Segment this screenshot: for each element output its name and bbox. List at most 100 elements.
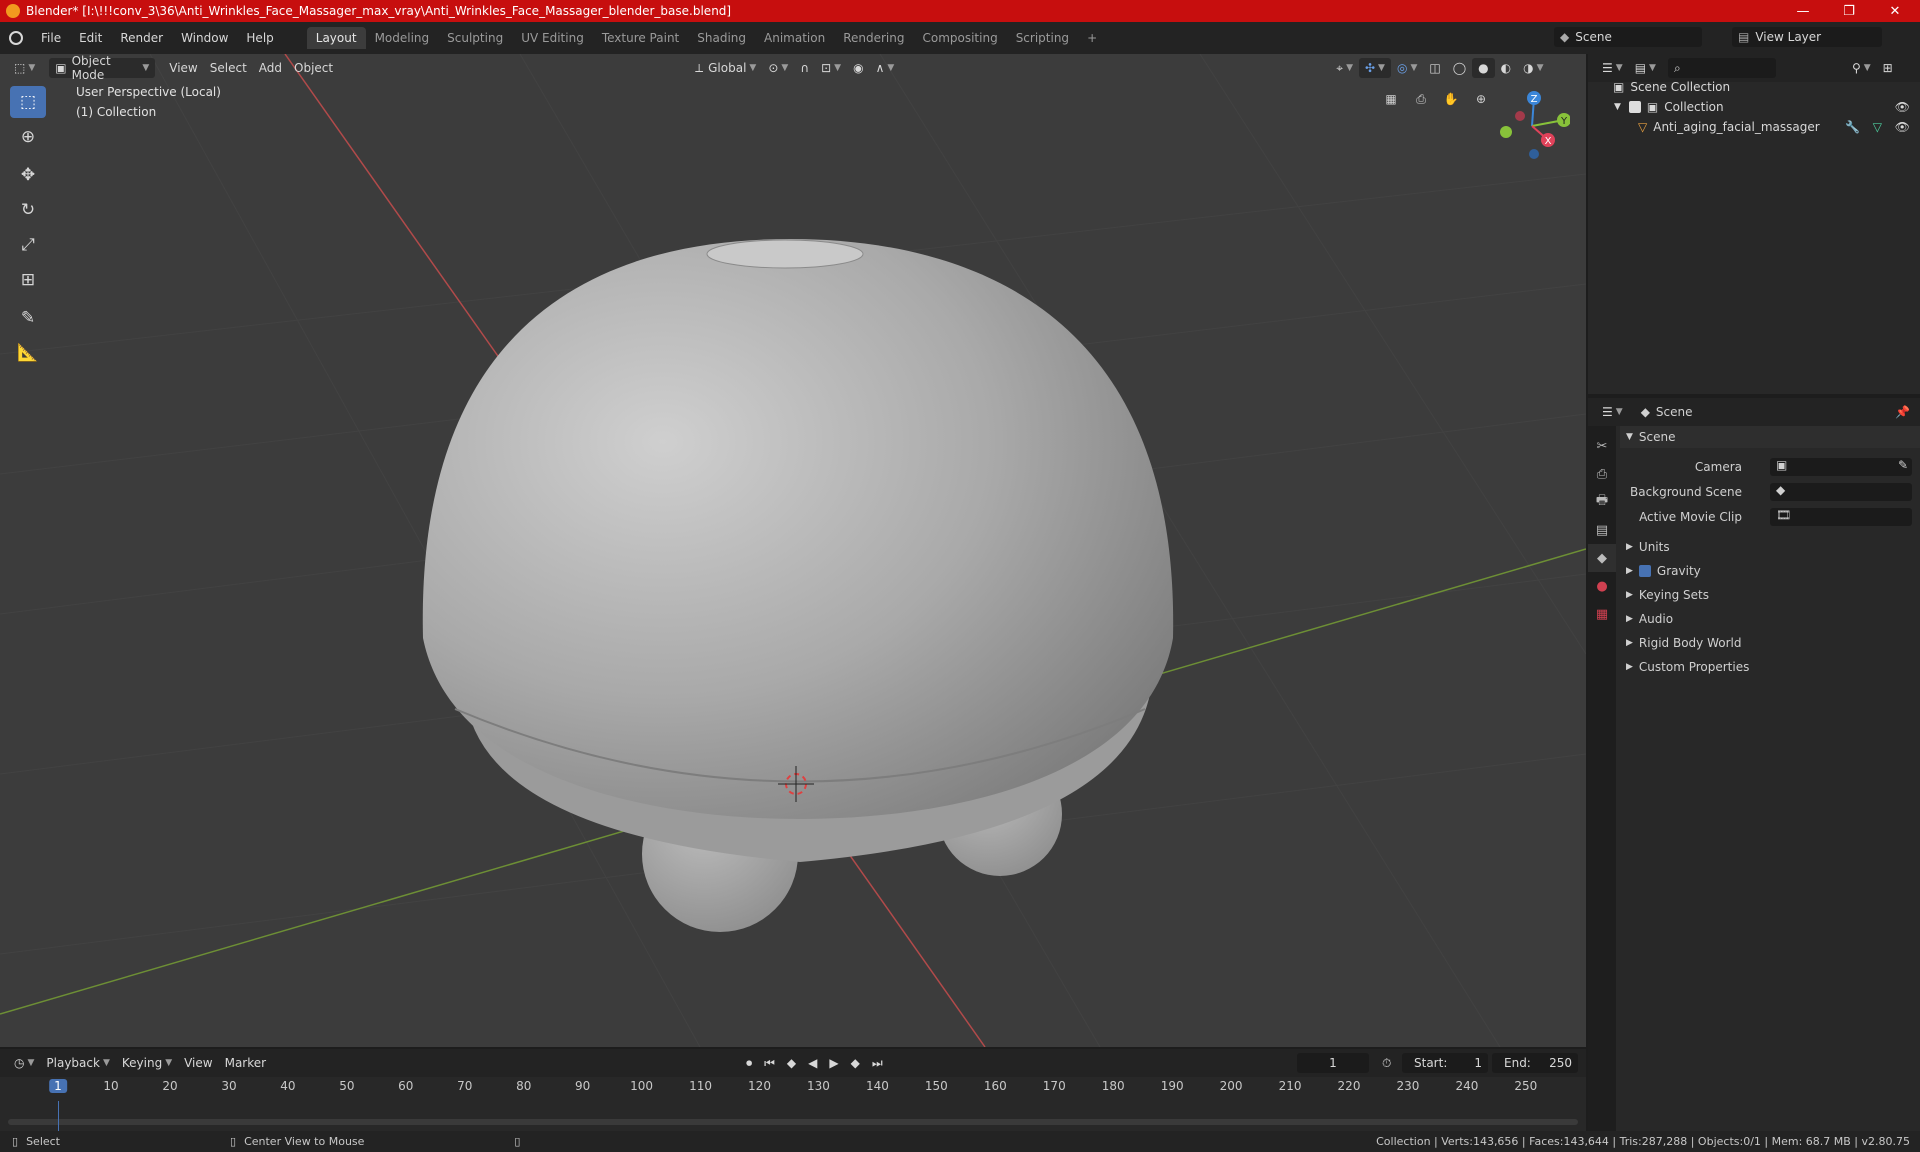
- scale-tool[interactable]: ⤢: [10, 229, 46, 261]
- background-scene-field[interactable]: ◆: [1770, 483, 1912, 501]
- move-tool[interactable]: ✥: [10, 159, 46, 191]
- camera-field[interactable]: ▣ ✎: [1770, 458, 1912, 476]
- transform-orientation-selector[interactable]: ⟂ Global ▼: [689, 58, 762, 78]
- workspace-tab-scripting[interactable]: Scripting: [1007, 27, 1078, 49]
- outliner-row-scene-collection[interactable]: ▣ Scene Collection: [1588, 77, 1920, 97]
- tab-tool[interactable]: ✂: [1588, 432, 1616, 460]
- collection-visibility-eye-icon[interactable]: 👁: [1895, 100, 1910, 114]
- timeline-menu-keying[interactable]: Keying ▼: [116, 1053, 178, 1073]
- play-reverse-button[interactable]: ◀: [802, 1053, 823, 1073]
- active-movie-clip-field[interactable]: 🎞: [1770, 508, 1912, 526]
- viewport-menu-add[interactable]: Add: [253, 58, 288, 78]
- measure-tool[interactable]: 📐: [10, 337, 46, 369]
- jump-end-button[interactable]: ⏭: [866, 1053, 889, 1073]
- timeline-menu-marker[interactable]: Marker: [219, 1053, 272, 1073]
- workspace-tab-compositing[interactable]: Compositing: [913, 27, 1006, 49]
- pan-view-button[interactable]: ✋: [1440, 88, 1462, 110]
- use-preview-range-toggle[interactable]: ⏱: [1376, 1053, 1397, 1073]
- tab-texture[interactable]: ▦: [1588, 600, 1616, 628]
- mode-selector[interactable]: ▣ Object Mode ▼: [49, 54, 156, 82]
- outliner-row-collection[interactable]: ▼ ▣ Collection 👁: [1588, 97, 1920, 117]
- menu-edit[interactable]: Edit: [70, 31, 111, 45]
- proportional-edit-toggle[interactable]: ◉: [847, 58, 869, 78]
- audio-panel-header[interactable]: ▶ Audio: [1620, 608, 1920, 630]
- frame-start-field[interactable]: Start: 1: [1402, 1053, 1488, 1073]
- scene-panel-header[interactable]: ▼ Scene: [1620, 426, 1920, 448]
- gizmo-toggle[interactable]: ✣ ▼: [1358, 58, 1391, 78]
- 3d-viewport[interactable]: [0, 54, 1586, 1047]
- keying-sets-panel-header[interactable]: ▶ Keying Sets: [1620, 584, 1920, 606]
- rotate-tool[interactable]: ↻: [10, 194, 46, 226]
- camera-view-button[interactable]: ⎙: [1410, 88, 1432, 110]
- axis-gizmo[interactable]: Z Y X: [1490, 84, 1570, 164]
- close-button[interactable]: ✕: [1872, 0, 1918, 22]
- shading-wireframe-button[interactable]: ◯: [1447, 58, 1472, 78]
- outliner-row-object[interactable]: ▽ Anti_aging_facial_massager 🔧 ▽ 👁: [1588, 117, 1920, 137]
- workspace-tab-uv-editing[interactable]: UV Editing: [512, 27, 593, 49]
- modifier-wrench-icon[interactable]: 🔧: [1845, 120, 1860, 134]
- proportional-falloff-button[interactable]: ∧ ▼: [870, 58, 901, 78]
- units-panel-header[interactable]: ▶ Units: [1620, 536, 1920, 558]
- new-collection-button[interactable]: ⊞: [1877, 58, 1899, 78]
- shading-material-button[interactable]: ◐: [1495, 58, 1517, 78]
- add-workspace-button[interactable]: +: [1078, 27, 1106, 49]
- jump-keyframe-back-button[interactable]: ◆: [781, 1053, 802, 1073]
- timeline-editor-type[interactable]: ◷ ▼: [8, 1053, 40, 1073]
- workspace-tab-rendering[interactable]: Rendering: [834, 27, 913, 49]
- record-button[interactable]: ⏺: [740, 1053, 758, 1073]
- xray-toggle[interactable]: ◫: [1423, 58, 1446, 78]
- scene-selector[interactable]: ◆ Scene: [1554, 27, 1702, 47]
- jump-keyframe-forward-button[interactable]: ◆: [845, 1053, 866, 1073]
- properties-editor-type[interactable]: ☰ ▼: [1596, 402, 1629, 422]
- custom-properties-panel-header[interactable]: ▶ Custom Properties: [1620, 656, 1920, 678]
- snap-target-button[interactable]: ⊡ ▼: [815, 58, 847, 78]
- shading-rendered-button[interactable]: ◑ ▼: [1517, 58, 1549, 78]
- display-mode-button[interactable]: ▤ ▼: [1629, 58, 1662, 78]
- maximize-button[interactable]: ❐: [1826, 0, 1872, 22]
- menu-file[interactable]: File: [32, 31, 70, 45]
- eyedropper-icon[interactable]: ✎: [1898, 458, 1908, 472]
- viewport-menu-view[interactable]: View: [163, 58, 203, 78]
- workspace-tab-texture-paint[interactable]: Texture Paint: [593, 27, 688, 49]
- frame-end-field[interactable]: End: 250: [1492, 1053, 1578, 1073]
- zoom-view-button[interactable]: ⊕: [1470, 88, 1492, 110]
- timeline-menu-playback[interactable]: Playback ▼: [40, 1053, 115, 1073]
- workspace-tab-sculpting[interactable]: Sculpting: [438, 27, 512, 49]
- select-box-tool[interactable]: ⬚: [10, 86, 46, 118]
- gravity-panel-header[interactable]: ▶ Gravity: [1620, 560, 1920, 582]
- object-visibility-eye-icon[interactable]: 👁: [1895, 120, 1910, 134]
- editor-type-button[interactable]: ⬚ ▼: [8, 58, 41, 78]
- jump-start-button[interactable]: ⏮: [758, 1053, 781, 1073]
- viewport-menu-select[interactable]: Select: [204, 58, 253, 78]
- tab-world[interactable]: ●: [1588, 572, 1616, 600]
- menu-help[interactable]: Help: [237, 31, 282, 45]
- workspace-tab-layout[interactable]: Layout: [306, 27, 366, 49]
- tab-output[interactable]: 🖶: [1588, 488, 1616, 516]
- workspace-tab-modeling[interactable]: Modeling: [366, 27, 439, 49]
- outliner-filter-button[interactable]: ⚲ ▼: [1846, 58, 1877, 78]
- overlays-toggle[interactable]: ◎ ▼: [1391, 58, 1423, 78]
- tab-render[interactable]: ⎙: [1588, 460, 1616, 488]
- annotate-tool[interactable]: ✎: [10, 302, 46, 334]
- cursor-tool[interactable]: ⊕: [10, 121, 46, 153]
- timeline-scrollbar[interactable]: [8, 1119, 1578, 1125]
- outliner-editor-type[interactable]: ☰ ▼: [1596, 58, 1629, 78]
- menu-render[interactable]: Render: [111, 31, 172, 45]
- rigid-body-world-panel-header[interactable]: ▶ Rigid Body World: [1620, 632, 1920, 654]
- snap-toggle[interactable]: ∩: [794, 58, 815, 78]
- workspace-tab-shading[interactable]: Shading: [688, 27, 755, 49]
- tab-scene[interactable]: ◆: [1588, 544, 1616, 572]
- outliner-search-input[interactable]: ⌕: [1667, 58, 1776, 78]
- toggle-ortho-button[interactable]: ▦: [1380, 88, 1402, 110]
- collection-checkbox[interactable]: [1628, 101, 1641, 113]
- transform-tool[interactable]: ⊞: [10, 264, 46, 296]
- minimize-button[interactable]: —: [1780, 0, 1826, 22]
- timeline-menu-view[interactable]: View: [178, 1053, 218, 1073]
- disclosure-triangle-icon[interactable]: ▼: [1614, 102, 1621, 112]
- workspace-tab-animation[interactable]: Animation: [755, 27, 834, 49]
- play-button[interactable]: ▶: [823, 1053, 844, 1073]
- selectability-button[interactable]: ⌖ ▼: [1330, 58, 1359, 78]
- shading-solid-button[interactable]: ●: [1472, 58, 1495, 78]
- menu-window[interactable]: Window: [172, 31, 237, 45]
- gravity-checkbox[interactable]: [1638, 565, 1651, 577]
